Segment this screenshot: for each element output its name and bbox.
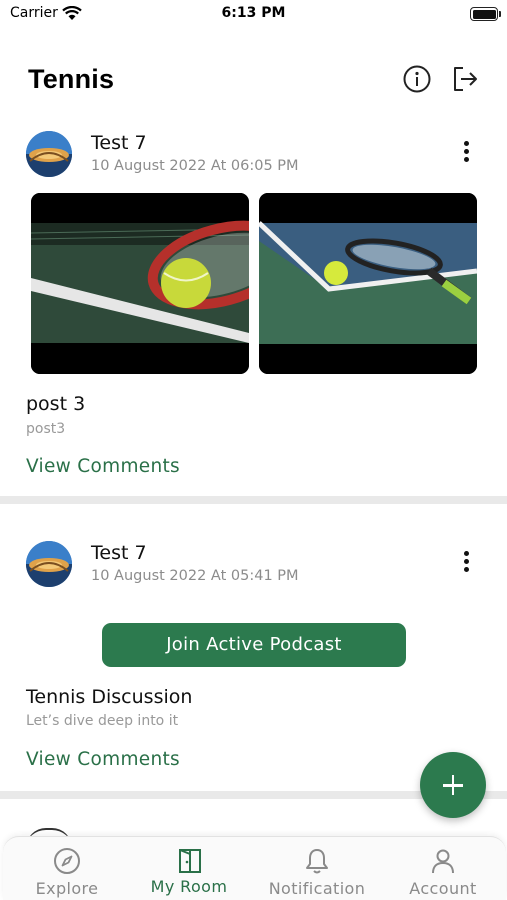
- tab-bar: Explore My Room Notification Account: [3, 836, 506, 900]
- post-author: Test 7: [91, 542, 147, 564]
- tab-my-room[interactable]: My Room: [133, 837, 245, 900]
- add-post-button[interactable]: [420, 752, 486, 818]
- tab-label: Explore: [35, 879, 99, 898]
- page-title: Tennis: [28, 64, 115, 94]
- view-comments-link[interactable]: View Comments: [26, 749, 180, 770]
- post-subtitle: Let’s dive deep into it: [26, 713, 179, 729]
- post-image[interactable]: [31, 193, 249, 374]
- tab-explore[interactable]: Explore: [11, 837, 123, 900]
- door-icon: [179, 849, 201, 873]
- tab-label: My Room: [150, 877, 228, 896]
- info-icon[interactable]: [402, 64, 432, 94]
- post-author: Test 7: [91, 132, 147, 154]
- post-subtitle: post3: [26, 421, 66, 437]
- tab-label: Notification: [268, 879, 366, 898]
- join-podcast-button[interactable]: Join Active Podcast: [102, 623, 406, 667]
- battery-icon: [470, 7, 498, 21]
- logout-icon[interactable]: [450, 64, 480, 94]
- tab-notification[interactable]: Notification: [255, 837, 379, 900]
- compass-icon: [54, 848, 80, 874]
- view-comments-link[interactable]: View Comments: [26, 456, 180, 477]
- post-image[interactable]: [259, 193, 477, 374]
- post-title: Tennis Discussion: [26, 686, 193, 708]
- more-options-icon[interactable]: [452, 547, 482, 577]
- post-date: 10 August 2022 At 06:05 PM: [91, 158, 299, 174]
- more-options-icon[interactable]: [452, 137, 482, 167]
- tab-account[interactable]: Account: [387, 837, 499, 900]
- post-date: 10 August 2022 At 05:41 PM: [91, 568, 299, 584]
- avatar[interactable]: [26, 541, 72, 587]
- post-card: Test 7 10 August 2022 At 06:05 PM post 3…: [0, 125, 507, 495]
- divider: [0, 496, 507, 504]
- post-title: post 3: [26, 393, 86, 415]
- post-card: Test 7 10 August 2022 At 05:41 PM Join A…: [0, 535, 507, 790]
- status-bar: Carrier 6:13 PM: [0, 0, 507, 30]
- bell-icon: [306, 849, 328, 874]
- status-time: 6:13 PM: [221, 5, 286, 21]
- tab-label: Account: [409, 879, 477, 898]
- avatar[interactable]: [26, 131, 72, 177]
- person-icon: [432, 849, 454, 874]
